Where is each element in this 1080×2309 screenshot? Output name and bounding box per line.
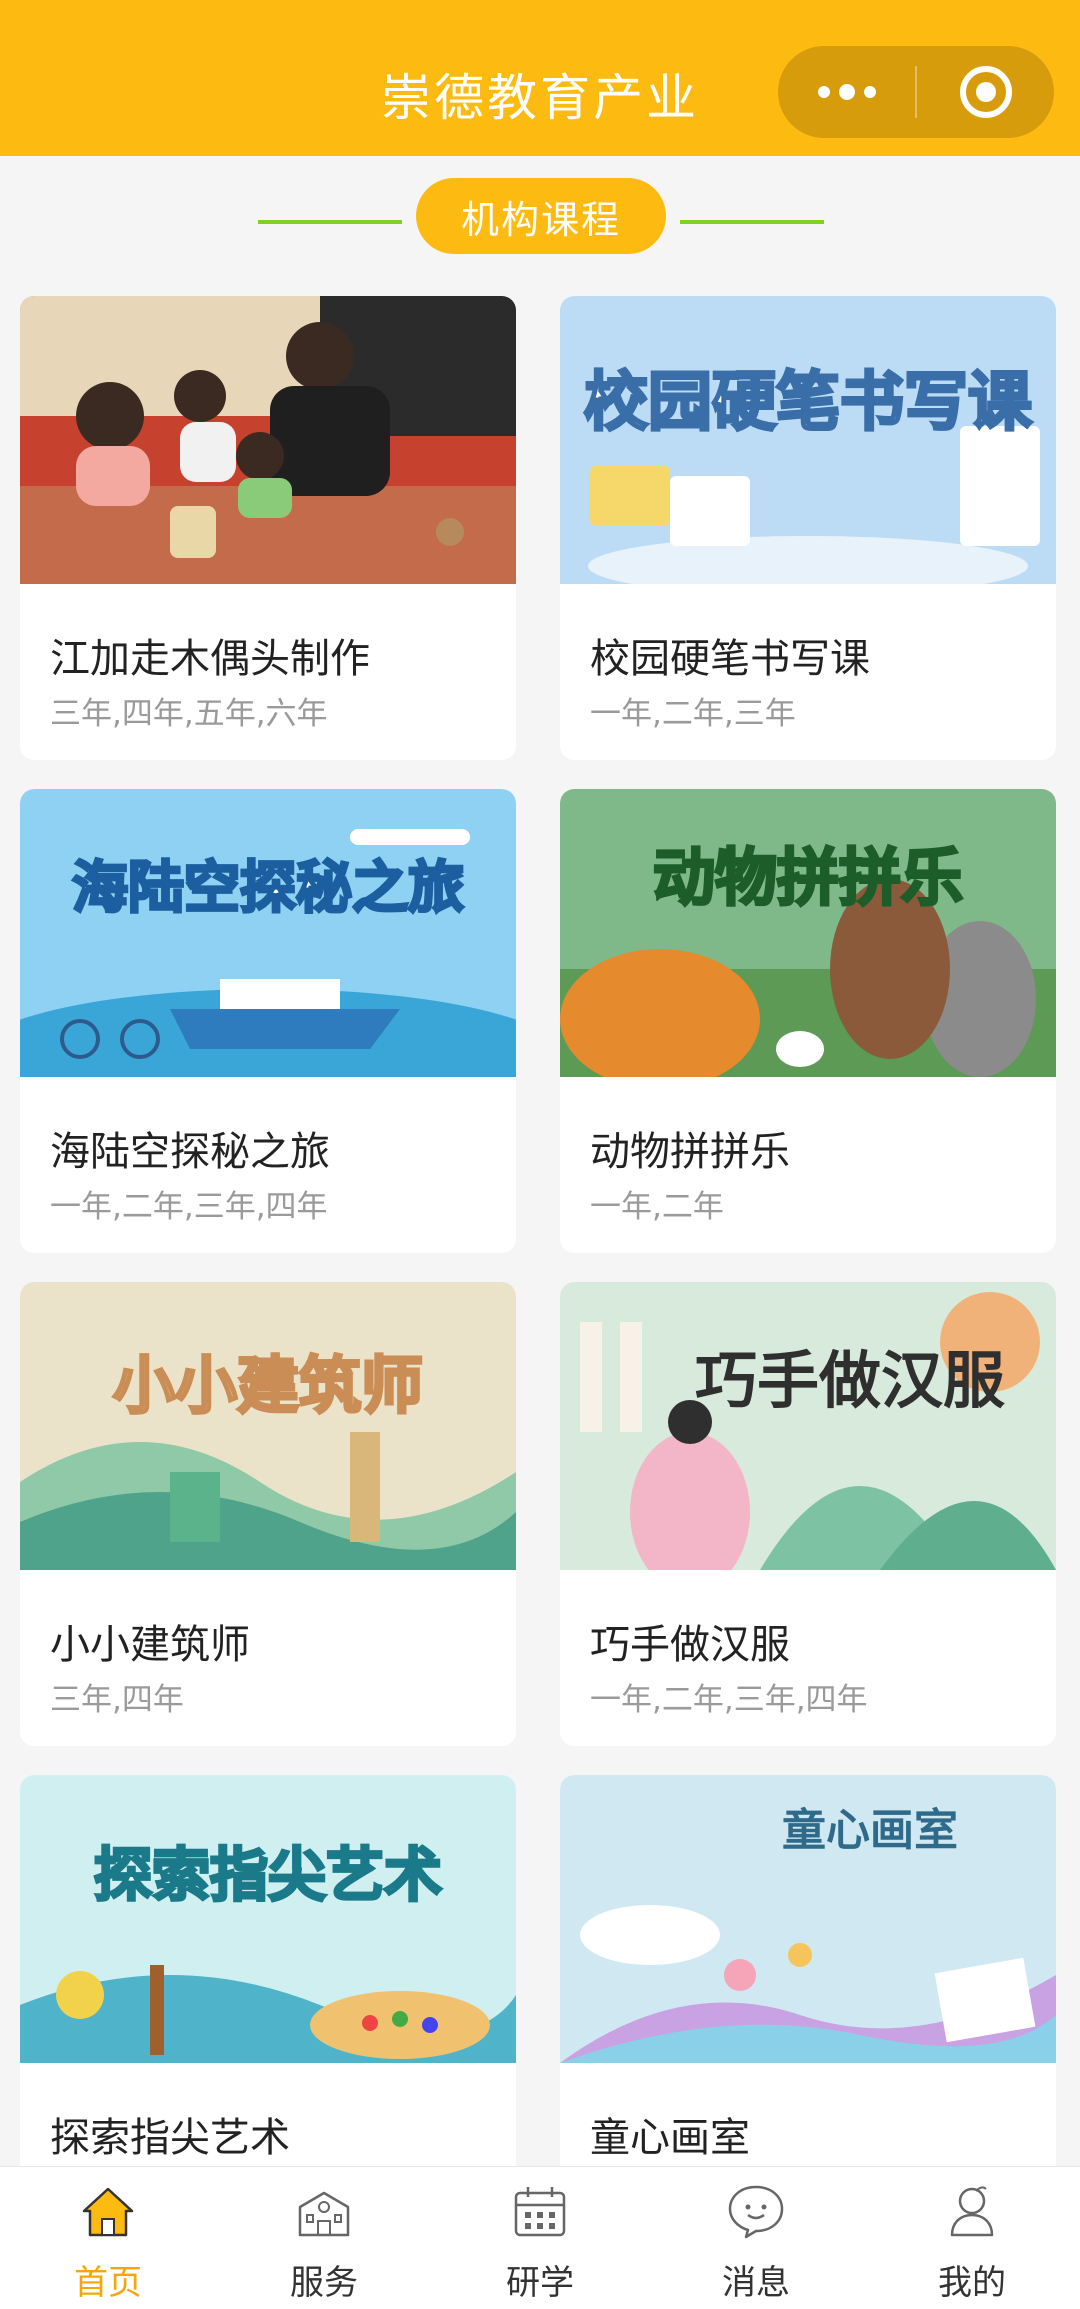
course-name: 童心画室 xyxy=(590,2115,750,2161)
course-image: 童心画室 xyxy=(560,1775,1056,2063)
course-image: 校园硬笔书写课 xyxy=(560,296,1056,584)
course-image: 巧手做汉服 xyxy=(560,1282,1056,1570)
course-image: 探索指尖艺术 xyxy=(20,1775,516,2063)
course-name: 海陆空探秘之旅 xyxy=(50,1129,330,1175)
course-card-hailukong[interactable]: 海陆空探秘之旅 海陆空探秘之旅 一年,二年,三年,四年 xyxy=(20,789,516,1253)
tab-label: 服务 xyxy=(290,2263,358,2303)
course-grades: 三年,四年,五年,六年 xyxy=(50,696,328,732)
course-name: 巧手做汉服 xyxy=(590,1622,790,1668)
course-name: 探索指尖艺术 xyxy=(50,2115,290,2161)
section-line-left xyxy=(258,220,402,224)
app-header: 崇德教育产业 xyxy=(0,0,1080,156)
banner-text: 探索指尖艺术 xyxy=(94,1841,442,1909)
tab-study[interactable]: 研学 xyxy=(432,2167,648,2309)
course-image: 动物拼拼乐 xyxy=(560,789,1056,1077)
tab-label: 我的 xyxy=(938,2263,1006,2303)
course-name: 小小建筑师 xyxy=(50,1622,250,1668)
more-options-icon[interactable] xyxy=(778,46,915,138)
course-image xyxy=(20,296,516,584)
banner-text: 动物拼拼乐 xyxy=(653,841,963,914)
section-title: 机构课程 xyxy=(416,178,666,254)
course-grades: 一年,二年,三年,四年 xyxy=(50,1189,328,1225)
tab-service[interactable]: 服务 xyxy=(216,2167,432,2309)
course-grades: 三年,四年 xyxy=(50,1682,184,1718)
banner-text: 校园硬笔书写课 xyxy=(584,366,1033,440)
close-mini-program-icon[interactable] xyxy=(917,46,1054,138)
banner-text: 海陆空探秘之旅 xyxy=(72,856,464,921)
tab-messages[interactable]: 消息 xyxy=(648,2167,864,2309)
home-icon xyxy=(82,2187,134,2237)
course-image: 海陆空探秘之旅 xyxy=(20,789,516,1077)
section-line-right xyxy=(680,220,824,224)
course-name: 动物拼拼乐 xyxy=(590,1129,790,1175)
tab-home[interactable]: 首页 xyxy=(0,2167,216,2309)
user-icon xyxy=(950,2186,994,2237)
course-card-jianzhu[interactable]: 小小建筑师 小小建筑师 三年,四年 xyxy=(20,1282,516,1746)
course-name: 江加走木偶头制作 xyxy=(50,636,370,682)
page: 崇德教育产业 机构课程 江加走木偶头制作 三年,四年,五年,六年 校园硬笔书写课… xyxy=(0,0,1080,2309)
course-grades: 一年,二年,三年 xyxy=(590,696,796,732)
course-image: 小小建筑师 xyxy=(20,1282,516,1570)
mini-program-capsule xyxy=(778,46,1054,138)
building-icon xyxy=(298,2191,350,2237)
course-grades: 一年,二年 xyxy=(590,1189,724,1225)
chat-icon xyxy=(728,2185,784,2239)
course-grades: 一年,二年,三年,四年 xyxy=(590,1682,868,1718)
tab-label: 消息 xyxy=(722,2263,790,2303)
banner-text: 小小建筑师 xyxy=(113,1349,423,1422)
course-card-dongwu[interactable]: 动物拼拼乐 动物拼拼乐 一年,二年 xyxy=(560,789,1056,1253)
banner-text: 童心画室 xyxy=(782,1805,958,1856)
course-card-muou[interactable]: 江加走木偶头制作 三年,四年,五年,六年 xyxy=(20,296,516,760)
tab-label: 首页 xyxy=(74,2263,142,2303)
course-card-yingbi[interactable]: 校园硬笔书写课 校园硬笔书写课 一年,二年,三年 xyxy=(560,296,1056,760)
tab-profile[interactable]: 我的 xyxy=(864,2167,1080,2309)
calendar-icon xyxy=(514,2187,566,2237)
course-name: 校园硬笔书写课 xyxy=(590,636,870,682)
course-card-hanfu[interactable]: 巧手做汉服 巧手做汉服 一年,二年,三年,四年 xyxy=(560,1282,1056,1746)
banner-text: 巧手做汉服 xyxy=(695,1344,1005,1417)
tab-label: 研学 xyxy=(506,2263,574,2303)
bottom-tab-bar: 首页 服务 研学 消息 我的 xyxy=(0,2166,1080,2309)
